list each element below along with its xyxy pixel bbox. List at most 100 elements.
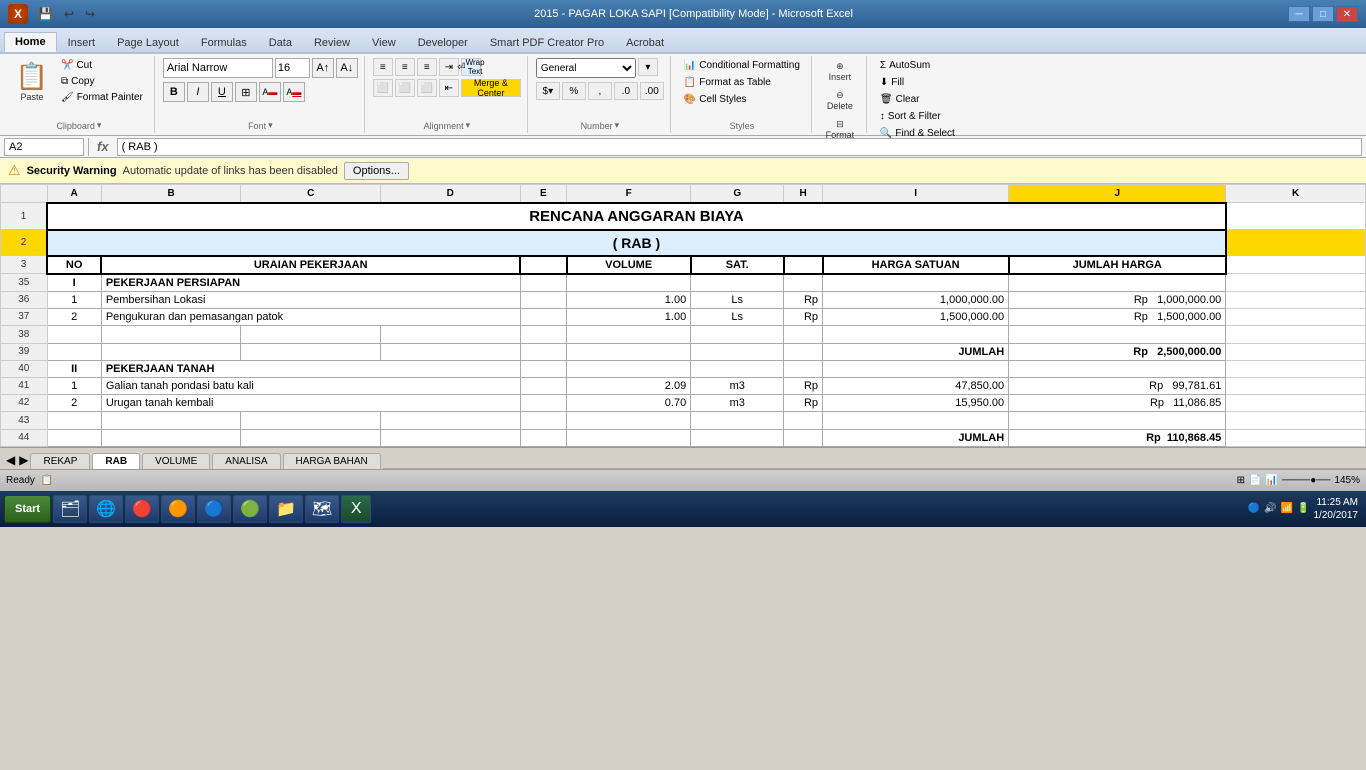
bold-button[interactable]: B <box>163 82 185 102</box>
tab-page-layout[interactable]: Page Layout <box>106 33 190 52</box>
col-header-C[interactable]: C <box>241 185 381 203</box>
align-top-left-button[interactable]: ≡ <box>373 58 393 76</box>
align-left-button[interactable]: ⬜ <box>373 79 393 97</box>
minimize-button[interactable]: ─ <box>1288 6 1310 22</box>
sort-filter-button[interactable]: ↕ Sort & Filter <box>875 109 946 124</box>
paste-button[interactable]: 📋 Paste <box>10 58 54 105</box>
indent-button[interactable]: ⇥ <box>439 58 459 76</box>
font-size-input[interactable] <box>275 58 310 78</box>
clipboard-expand-icon[interactable]: ▾ <box>97 120 102 131</box>
sheet-scroll-right[interactable]: ▶ <box>17 451 30 469</box>
align-top-center-button[interactable]: ≡ <box>395 58 415 76</box>
taskbar-browser4-button[interactable]: 🔵 <box>197 495 231 523</box>
taskbar-explorer-button[interactable]: 🗂 <box>53 495 87 523</box>
start-button[interactable]: Start <box>4 495 51 523</box>
align-center-button[interactable]: ⬜ <box>395 79 415 97</box>
security-options-button[interactable]: Options... <box>344 162 409 180</box>
formula-input[interactable] <box>117 138 1362 156</box>
italic-button[interactable]: I <box>187 82 209 102</box>
insert-button[interactable]: ⊕ Insert <box>820 58 860 85</box>
col-header-D[interactable]: D <box>381 185 521 203</box>
view-page-layout-icon[interactable]: 📄 <box>1249 475 1261 486</box>
percent-button[interactable]: % <box>562 82 586 100</box>
align-right-button[interactable]: ⬜ <box>417 79 437 97</box>
col-header-J[interactable]: J <box>1009 185 1226 203</box>
sheet-tab-analisa[interactable]: ANALISA <box>212 453 280 469</box>
currency-button[interactable]: $▾ <box>536 82 560 100</box>
autosum-button[interactable]: Σ AutoSum <box>875 58 935 73</box>
zoom-slider[interactable]: ────●── <box>1282 475 1331 486</box>
sheet-scroll-left[interactable]: ◀ <box>4 451 17 469</box>
comma-button[interactable]: , <box>588 82 612 100</box>
taskbar-folder-button[interactable]: 📁 <box>269 495 303 523</box>
cell-styles-button[interactable]: 🎨 Cell Styles <box>679 92 752 107</box>
col-header-E[interactable]: E <box>520 185 567 203</box>
tab-view[interactable]: View <box>361 33 407 52</box>
delete-button[interactable]: ⊖ Delete <box>820 87 860 114</box>
rab-title-cell[interactable]: ( RAB ) <box>47 230 1226 256</box>
underline-button[interactable]: U <box>211 82 233 102</box>
clear-button[interactable]: 🗑 Clear <box>875 92 925 107</box>
sheet-tab-rekap[interactable]: REKAP <box>30 453 90 469</box>
increase-font-button[interactable]: A↑ <box>312 58 334 78</box>
taskbar-browser2-button[interactable]: 🔴 <box>125 495 159 523</box>
tab-smart-pdf[interactable]: Smart PDF Creator Pro <box>479 33 615 52</box>
format-table-button[interactable]: 📋 Format as Table <box>679 75 776 90</box>
number-expand-icon[interactable]: ▾ <box>615 120 620 131</box>
title-cell[interactable]: RENCANA ANGGARAN BIAYA <box>47 203 1226 230</box>
col-header-H[interactable]: H <box>784 185 823 203</box>
sheet-tab-volume[interactable]: VOLUME <box>142 453 210 469</box>
taskbar-maps-button[interactable]: 🗺 <box>305 495 339 523</box>
col-header-B[interactable]: B <box>101 185 241 203</box>
cut-button[interactable]: ✂️ Cut <box>56 58 148 73</box>
tab-formulas[interactable]: Formulas <box>190 33 258 52</box>
font-color-button[interactable]: A▬ <box>283 82 305 102</box>
increase-decimal-button[interactable]: .00 <box>640 82 664 100</box>
tab-home[interactable]: Home <box>4 32 57 52</box>
align-top-right-button[interactable]: ≡ <box>417 58 437 76</box>
taskbar-browser1-button[interactable]: 🌐 <box>89 495 123 523</box>
border-button[interactable]: ⊞ <box>235 82 257 102</box>
number-format-select[interactable]: General Number Currency <box>536 58 636 78</box>
alignment-expand-icon[interactable]: ▾ <box>466 120 471 131</box>
decrease-font-button[interactable]: A↓ <box>336 58 358 78</box>
network-icon[interactable]: 📶 <box>1281 503 1293 514</box>
taskbar-browser5-button[interactable]: 🟢 <box>233 495 267 523</box>
taskbar-browser3-button[interactable]: 🟠 <box>161 495 195 523</box>
sheet-tab-rab[interactable]: RAB <box>92 453 140 469</box>
col-header-K[interactable]: K <box>1226 185 1366 203</box>
undo-button[interactable]: ↩ <box>60 5 78 23</box>
font-name-input[interactable] <box>163 58 273 78</box>
col-header-G[interactable]: G <box>691 185 784 203</box>
fill-color-button[interactable]: A▬ <box>259 82 281 102</box>
sheet-tab-harga-bahan[interactable]: HARGA BAHAN <box>283 453 381 469</box>
col-header-I[interactable]: I <box>823 185 1009 203</box>
maximize-button[interactable]: □ <box>1312 6 1334 22</box>
merge-center-button[interactable]: Merge & Center <box>461 79 521 97</box>
volume-icon[interactable]: 🔊 <box>1264 503 1276 514</box>
taskbar-excel-button[interactable]: X <box>341 495 371 523</box>
tab-review[interactable]: Review <box>303 33 361 52</box>
col-header-A[interactable]: A <box>47 185 101 203</box>
wrap-text-button[interactable]: ⏎Wrap Text <box>461 58 481 76</box>
decrease-decimal-button[interactable]: .0 <box>614 82 638 100</box>
conditional-formatting-button[interactable]: 📊 Conditional Formatting <box>679 58 805 73</box>
fill-button[interactable]: ⬇ Fill <box>875 75 909 90</box>
name-box[interactable] <box>4 138 84 156</box>
spreadsheet-scroll[interactable]: A B C D E F G H I J K 1 RENCANA ANGGARA <box>0 184 1366 447</box>
tab-data[interactable]: Data <box>258 33 303 52</box>
redo-button[interactable]: ↪ <box>81 5 99 23</box>
format-painter-button[interactable]: 🖌 Format Painter <box>56 90 148 105</box>
col-header-F[interactable]: F <box>567 185 691 203</box>
tab-acrobat[interactable]: Acrobat <box>615 33 675 52</box>
number-expand-icon-btn[interactable]: ▾ <box>638 58 658 76</box>
view-page-break-icon[interactable]: 📊 <box>1265 475 1277 486</box>
view-normal-icon[interactable]: ⊞ <box>1237 475 1245 486</box>
tab-developer[interactable]: Developer <box>407 33 479 52</box>
tab-insert[interactable]: Insert <box>57 33 107 52</box>
close-button[interactable]: ✕ <box>1336 6 1358 22</box>
font-expand-icon[interactable]: ▾ <box>268 120 273 131</box>
save-button[interactable]: 💾 <box>34 5 57 23</box>
copy-button[interactable]: ⧉ Copy <box>56 74 148 89</box>
outdent-button[interactable]: ⇤ <box>439 79 459 97</box>
